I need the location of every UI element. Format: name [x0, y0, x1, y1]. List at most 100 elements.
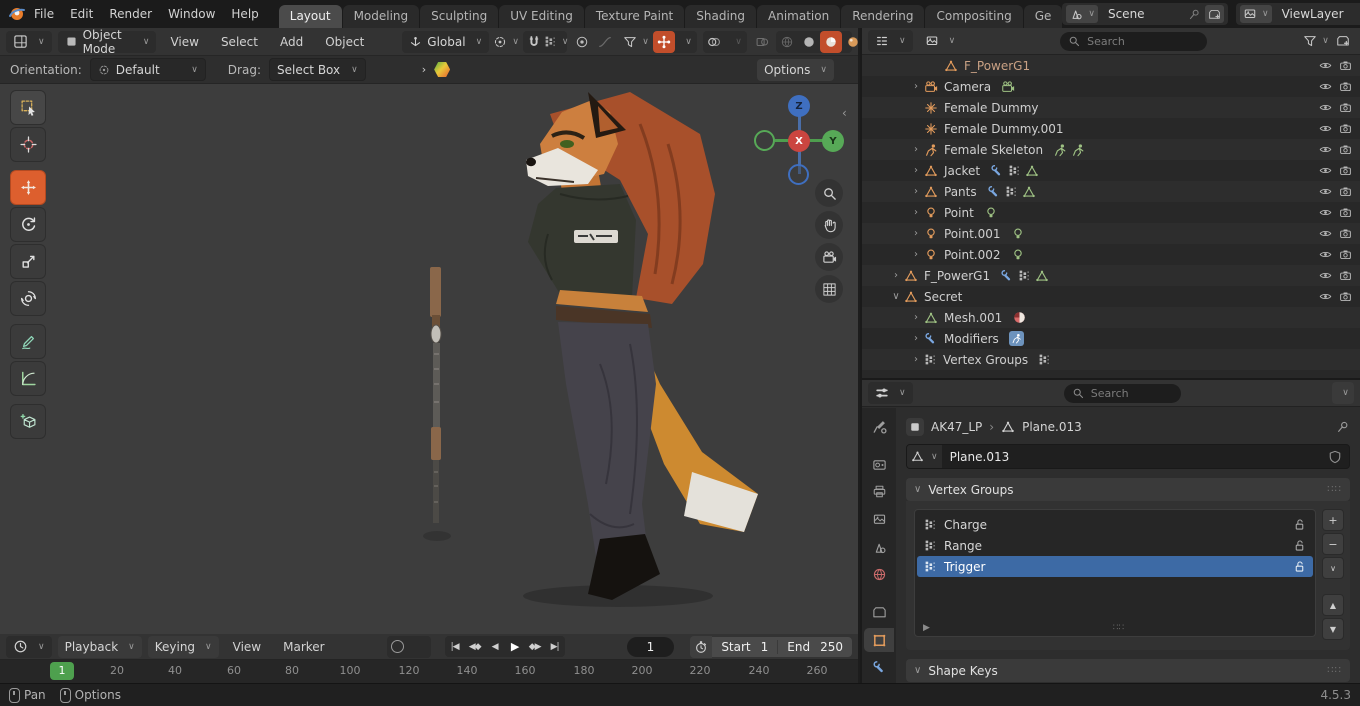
disable-render-icon[interactable]: [1339, 101, 1352, 114]
expand-arrow[interactable]: ›: [908, 165, 924, 176]
tool-transform[interactable]: [10, 281, 46, 316]
scene-browse-button[interactable]: [1066, 5, 1098, 23]
menu-file[interactable]: File: [26, 7, 62, 21]
menu-add[interactable]: Add: [272, 35, 311, 49]
disable-render-icon[interactable]: [1339, 143, 1352, 156]
proportional-falloff-dropdown[interactable]: [596, 31, 613, 53]
menu-render[interactable]: Render: [101, 7, 160, 21]
timeline-ruler[interactable]: 1 20 40 60 80 100 120 140 160 180 200 22…: [0, 660, 858, 683]
vertex-group-list[interactable]: Charge Range Trigger ▶: [914, 509, 1316, 637]
tool-select-box[interactable]: [10, 90, 46, 125]
panel-grip-icon[interactable]: ∷∷: [1327, 484, 1342, 495]
properties-search[interactable]: [1064, 384, 1181, 403]
disable-render-icon[interactable]: [1339, 269, 1352, 282]
pan-hand-button[interactable]: [815, 211, 843, 239]
properties-editor-type-button[interactable]: [868, 382, 913, 404]
menu-select[interactable]: Select: [213, 35, 266, 49]
fake-user-shield-icon[interactable]: [1328, 450, 1342, 464]
outliner-row[interactable]: › F_PowerG1: [862, 265, 1360, 286]
perspective-toggle-button[interactable]: [815, 275, 843, 303]
workspace-tab-rendering[interactable]: Rendering: [841, 5, 924, 28]
lock-open-icon[interactable]: [1293, 539, 1306, 552]
view-layer-name[interactable]: ViewLayer: [1276, 7, 1358, 21]
camera-view-button[interactable]: [815, 243, 843, 271]
menu-object[interactable]: Object: [317, 35, 372, 49]
lock-open-icon[interactable]: [1293, 518, 1306, 531]
pin-icon[interactable]: [1188, 8, 1201, 21]
auto-keying-toggle[interactable]: [387, 636, 409, 658]
list-resize-grip[interactable]: ∷∷: [1113, 623, 1124, 633]
keying-dropdown[interactable]: Keying: [148, 636, 219, 658]
tool-add-cube[interactable]: [10, 404, 46, 439]
outliner-search[interactable]: [1060, 32, 1207, 51]
proportional-editing-toggle[interactable]: [573, 31, 590, 53]
hide-viewport-icon[interactable]: [1319, 206, 1332, 219]
viewport-canvas[interactable]: Z X Y ‹: [0, 84, 858, 634]
navigation-gizmo[interactable]: Z X Y: [755, 90, 845, 182]
outliner-row[interactable]: › Jacket: [862, 160, 1360, 181]
outliner-row[interactable]: Female Dummy.001: [862, 118, 1360, 139]
menu-help[interactable]: Help: [223, 7, 266, 21]
outliner-row[interactable]: ∨ Secret: [862, 286, 1360, 307]
expand-arrow[interactable]: ›: [908, 249, 924, 260]
tool-cursor[interactable]: [10, 127, 46, 162]
outliner-row[interactable]: › Camera: [862, 76, 1360, 97]
menu-edit[interactable]: Edit: [62, 7, 101, 21]
workspace-tab-shading[interactable]: Shading: [685, 5, 756, 28]
workspace-tab-texture-paint[interactable]: Texture Paint: [585, 5, 684, 28]
expand-arrow[interactable]: ›: [908, 354, 924, 365]
properties-search-input[interactable]: [1089, 386, 1173, 401]
blender-logo-icon[interactable]: [8, 5, 26, 23]
tab-render[interactable]: [864, 452, 894, 477]
panel-grip-icon[interactable]: ∷∷: [1327, 665, 1342, 676]
tab-scene[interactable]: [864, 535, 894, 560]
new-collection-button[interactable]: [1332, 30, 1354, 52]
gradient-cube-icon[interactable]: [434, 62, 450, 78]
hide-viewport-icon[interactable]: [1319, 101, 1332, 114]
gizmo-y-neg-axis[interactable]: [754, 130, 775, 151]
shading-wireframe-button[interactable]: [776, 31, 798, 53]
outliner-editor-type-button[interactable]: [868, 30, 913, 52]
hide-viewport-icon[interactable]: [1319, 122, 1332, 135]
tab-object[interactable]: [864, 628, 894, 653]
list-filter-toggle[interactable]: ▶: [923, 623, 930, 633]
play-button[interactable]: ▶: [505, 640, 525, 653]
outliner-row[interactable]: › Female Skeleton: [862, 139, 1360, 160]
add-vertex-group-button[interactable]: +: [1322, 509, 1344, 531]
expand-arrow[interactable]: ›: [908, 186, 924, 197]
disable-render-icon[interactable]: [1339, 164, 1352, 177]
workspace-tab-geometry-nodes[interactable]: Ge: [1024, 5, 1063, 28]
shape-keys-panel-header[interactable]: ∨ Shape Keys ∷∷: [906, 659, 1350, 682]
workspace-tab-compositing[interactable]: Compositing: [925, 5, 1022, 28]
outliner-filter-button[interactable]: [1305, 30, 1327, 52]
vertex-groups-panel-header[interactable]: ∨ Vertex Groups ∷∷: [906, 478, 1350, 501]
workspace-tab-modeling[interactable]: Modeling: [343, 5, 420, 28]
outliner-row[interactable]: › Point.002: [862, 244, 1360, 265]
outliner-search-input[interactable]: [1085, 34, 1199, 49]
tab-tool[interactable]: [864, 414, 894, 439]
disable-render-icon[interactable]: [1339, 185, 1352, 198]
lock-open-icon[interactable]: [1293, 560, 1306, 573]
outliner-row[interactable]: › Point.001: [862, 223, 1360, 244]
workspace-tab-uv-editing[interactable]: UV Editing: [499, 5, 584, 28]
tab-modifiers[interactable]: [864, 655, 894, 680]
scene-name[interactable]: Scene: [1102, 7, 1184, 21]
hide-viewport-icon[interactable]: [1319, 59, 1332, 72]
hide-viewport-icon[interactable]: [1319, 80, 1332, 93]
expand-arrow[interactable]: ›: [908, 333, 924, 344]
playback-dropdown[interactable]: Playback: [58, 636, 142, 658]
workspace-tab-animation[interactable]: Animation: [757, 5, 840, 28]
hide-viewport-icon[interactable]: [1319, 143, 1332, 156]
rifle-object[interactable]: [430, 267, 441, 523]
sidebar-collapse-arrow[interactable]: ‹: [842, 106, 847, 120]
menu-view[interactable]: View: [162, 35, 206, 49]
outliner-row[interactable]: Female Dummy: [862, 97, 1360, 118]
outliner-row[interactable]: F_PowerG1: [862, 55, 1360, 76]
gizmo-x-axis[interactable]: X: [788, 130, 810, 152]
play-reverse-button[interactable]: ◀: [485, 642, 505, 652]
transform-orientation-dropdown[interactable]: Global: [402, 31, 489, 53]
hide-viewport-icon[interactable]: [1319, 185, 1332, 198]
tab-world[interactable]: [864, 562, 894, 587]
gizmo-settings-dropdown[interactable]: [675, 31, 697, 53]
shading-material-preview-button[interactable]: [820, 31, 842, 53]
